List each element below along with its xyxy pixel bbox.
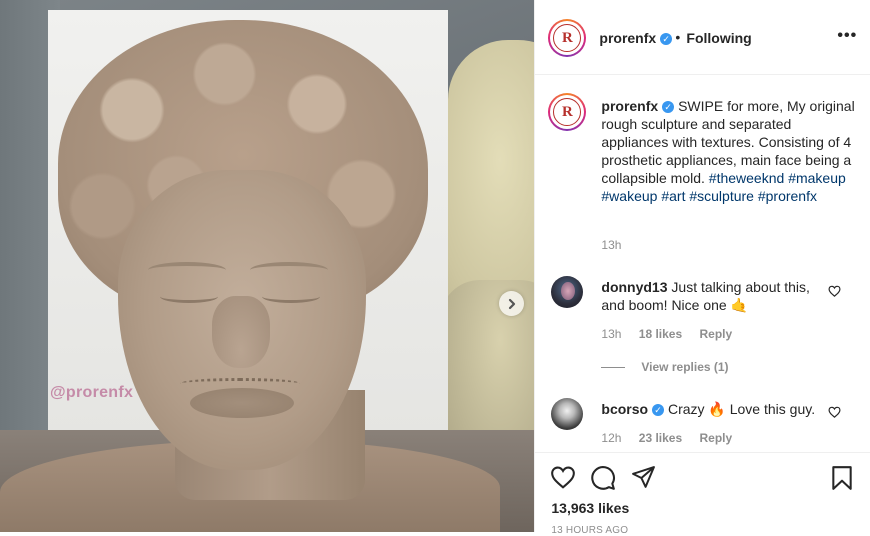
post-actions-bar: 13,963 likes 13 HOURS AGO [535, 452, 870, 536]
separator-dot: • [675, 29, 681, 45]
brand-logo-icon: R [553, 98, 582, 126]
chevron-right-icon [508, 298, 515, 309]
verified-badge-icon: ✓ [660, 33, 673, 45]
comment-meta: 12h 23 likes Reply [601, 431, 746, 445]
instagram-post: @prorenfx R prorenfx ✓ • Following ••• R … [0, 0, 870, 536]
caption-avatar[interactable]: R [548, 93, 587, 131]
comment-like-heart-icon[interactable] [828, 406, 841, 418]
comment-time[interactable]: 13h [601, 327, 621, 341]
hashtag-link[interactable]: #theweeknd [709, 170, 785, 186]
following-button[interactable]: Following [686, 30, 751, 46]
view-replies-button[interactable]: View replies (1) [601, 360, 729, 374]
hashtag-link[interactable]: #sculpture [689, 188, 754, 204]
comment-username[interactable]: bcorso [601, 401, 648, 417]
bookmark-icon[interactable] [831, 465, 853, 491]
comment-text: donnyd13 Just talking about this, and bo… [601, 278, 823, 314]
more-options-icon[interactable]: ••• [837, 27, 857, 45]
image-watermark: @prorenfx [50, 384, 134, 401]
post-header: R prorenfx ✓ • Following ••• [535, 3, 870, 75]
hashtag-link[interactable]: #art [661, 188, 685, 204]
sculpture-brow-right [250, 262, 328, 278]
sculpture-nose [212, 296, 270, 368]
caption-username[interactable]: prorenfx [601, 98, 658, 114]
reply-button[interactable]: Reply [699, 431, 732, 445]
comment-text: bcorso ✓ Crazy 🔥 Love this guy. [601, 400, 823, 418]
sculpture-brow-left [148, 262, 226, 278]
brand-logo-icon: R [553, 24, 582, 52]
verified-badge-icon: ✓ [662, 101, 675, 113]
hashtag-link[interactable]: #prorenfx [758, 188, 817, 204]
sculpture-mouth [190, 388, 294, 418]
comment-likes-count[interactable]: 18 likes [639, 327, 682, 341]
comment-username[interactable]: donnyd13 [601, 279, 667, 295]
reply-button[interactable]: Reply [699, 327, 732, 341]
share-icon[interactable] [631, 465, 656, 490]
next-image-button[interactable] [499, 291, 524, 316]
hashtag-link[interactable]: #makeup [788, 170, 846, 186]
post-side-panel: R prorenfx ✓ • Following ••• R prorenfx ✓ … [534, 0, 870, 536]
view-replies-label[interactable]: View replies (1) [641, 360, 728, 374]
heart-icon[interactable] [550, 465, 576, 489]
divider [601, 366, 626, 368]
post-caption: prorenfx ✓ SWIPE for more, My original ro… [601, 97, 856, 205]
comment-likes-count[interactable]: 23 likes [639, 431, 682, 445]
sculpture-eye-left [160, 290, 218, 303]
verified-badge-icon: ✓ [652, 404, 665, 416]
comment-time[interactable]: 12h [601, 431, 621, 445]
commenter-avatar[interactable] [551, 398, 584, 430]
commenter-avatar[interactable] [551, 276, 584, 308]
sculpture-eye-right [262, 290, 320, 303]
post-timestamp[interactable]: 13 HOURS AGO [551, 525, 628, 536]
username-link[interactable]: prorenfx [599, 30, 656, 46]
caption-timestamp[interactable]: 13h [601, 238, 621, 252]
comment-like-heart-icon[interactable] [828, 285, 841, 297]
post-image[interactable]: @prorenfx [0, 0, 535, 532]
comment-body: Crazy 🔥 Love this guy. [667, 401, 816, 417]
hashtag-link[interactable]: #wakeup [601, 188, 657, 204]
likes-count[interactable]: 13,963 likes [551, 500, 629, 516]
avatar[interactable]: R [548, 19, 587, 57]
comment-icon[interactable] [590, 465, 616, 491]
comment-meta: 13h 18 likes Reply [601, 327, 746, 341]
header-username[interactable]: prorenfx ✓ [599, 30, 673, 46]
